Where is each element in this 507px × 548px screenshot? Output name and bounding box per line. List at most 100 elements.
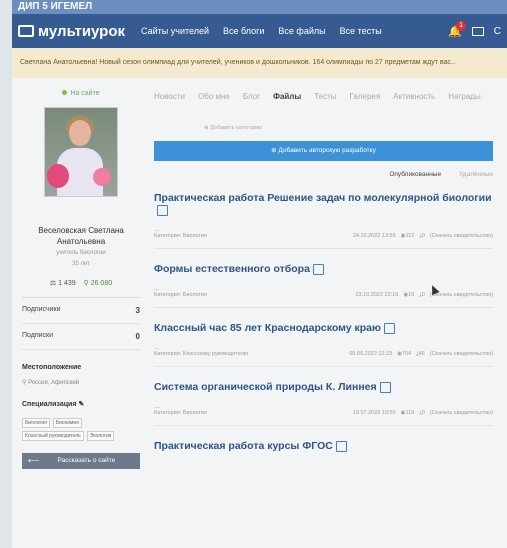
subscriptions-row[interactable]: Подписки 0	[22, 324, 140, 350]
file-filters: Опубликованные Удалённые	[154, 171, 493, 178]
download-certificate-link[interactable]: (Скачать свидетельство)	[430, 233, 493, 240]
tag-ecology[interactable]: Экология	[86, 431, 115, 441]
notifications-button[interactable]: 🔔 1	[448, 20, 466, 38]
subscribers-count: 3	[135, 306, 140, 315]
file-excerpt: ...	[154, 344, 160, 351]
specialization-tags: Биология Биохимия Классный руководитель …	[22, 418, 140, 441]
file-excerpt: ...	[154, 226, 160, 233]
avatar-face	[69, 120, 91, 146]
tab-about[interactable]: Обо мне	[198, 92, 230, 101]
avatar-flowers	[47, 164, 69, 188]
specialization-heading: Специализация ✎	[22, 401, 85, 408]
list-item[interactable]: Формы естественного отбора ... Категория…	[154, 263, 493, 308]
file-downloads: ⤓46	[416, 351, 425, 357]
filter-deleted[interactable]: Удалённые	[459, 171, 493, 178]
site-logo[interactable]: мультиурок	[18, 23, 125, 40]
download-certificate-link[interactable]: (Скачать свидетельство)	[430, 351, 493, 358]
file-downloads: ⤓0	[419, 233, 425, 239]
list-item[interactable]: Классный час 85 лет Краснодарскому краю …	[154, 322, 493, 367]
online-status: На сайте	[22, 90, 140, 97]
list-item[interactable]: Практическая работа курсы ФГОС	[154, 440, 493, 460]
nav-link-all-blogs[interactable]: Все блоги	[223, 26, 264, 36]
profile-role-extra: 35 лет	[72, 261, 90, 267]
tab-blog[interactable]: Блог	[243, 92, 260, 101]
nav-right-group: 🔔 1 C	[448, 20, 501, 38]
views-stat: ⚖ 1 439	[49, 280, 76, 287]
file-date: 19.07.2022 19:50	[352, 410, 396, 416]
profile-name: Веселовская Светлана Анатольевна	[22, 225, 140, 247]
add-category-link[interactable]: ⊕ Добавить категорию	[204, 125, 493, 131]
olympiad-notice[interactable]: Светлана Анатольевна! Новый сезон олимпи…	[12, 48, 507, 78]
list-item[interactable]: Система органической природы К. Линнея .…	[154, 381, 493, 426]
profile-sidebar: На сайте Веселовская Светлана Анатольевн…	[22, 90, 140, 469]
tag-class-teacher[interactable]: Классный руководитель	[22, 431, 84, 441]
logo-text: мультиурок	[38, 22, 126, 40]
top-navigation: мультиурок Сайты учителей Все блоги Все …	[12, 14, 507, 48]
file-downloads: ⤓0	[419, 292, 425, 298]
subscribers-label: Подписчики	[22, 306, 61, 313]
file-meta: Категория: Биология 19.07.2022 19:50 ◉11…	[154, 410, 493, 417]
tab-gallery[interactable]: Галерея	[350, 92, 381, 101]
browser-frame: ДИП 5 ИГЕМЕЛ мультиурок Сайты учителей В…	[12, 0, 507, 548]
file-excerpt: ...	[154, 403, 160, 410]
online-status-text: На сайте	[70, 90, 100, 97]
file-title[interactable]: Практическая работа курсы ФГОС	[154, 440, 493, 452]
file-views: ◉112	[400, 233, 415, 239]
edit-icon[interactable]	[384, 322, 395, 334]
list-item[interactable]: Практическая работа Решение задач по мол…	[154, 192, 493, 249]
file-date: 23.10.2022 22:16	[355, 292, 399, 298]
tag-biochemistry[interactable]: Биохимия	[52, 418, 82, 428]
file-stats: 05.09.2022 12:23 ◉704 ⤓46 (Скачать свиде…	[349, 351, 493, 358]
nav-link-all-tests[interactable]: Все тесты	[340, 26, 382, 36]
download-certificate-link[interactable]: (Скачать свидетельство)	[430, 410, 493, 417]
edit-icon[interactable]	[379, 381, 391, 393]
tab-tests[interactable]: Тесты	[314, 92, 336, 101]
tab-files[interactable]: Файлы	[273, 92, 301, 101]
page-content: На сайте Веселовская Светлана Анатольевн…	[12, 78, 507, 469]
file-downloads: ⤓0	[419, 410, 425, 416]
file-title[interactable]: Формы естественного отбора	[154, 263, 493, 275]
subscriptions-label: Подписки	[22, 332, 54, 339]
edit-icon[interactable]	[335, 440, 347, 452]
file-title[interactable]: Практическая работа Решение задач по мол…	[154, 192, 493, 216]
nav-link-teacher-sites[interactable]: Сайты учителей	[141, 26, 209, 36]
top-banner: ДИП 5 ИГЕМЕЛ	[12, 0, 507, 14]
download-certificate-link[interactable]: (Скачать свидетельство)	[430, 292, 493, 299]
tag-biology[interactable]: Биология	[22, 418, 50, 428]
nav-link-all-files[interactable]: Все файлы	[278, 26, 325, 36]
file-meta: Категория: Биология 24.10.2022 13:56 ◉11…	[154, 233, 493, 240]
share-label: Рассказать о сайте	[57, 457, 116, 464]
location-value: ⚲ Россия, Афипский	[22, 380, 80, 386]
edit-icon[interactable]	[312, 263, 324, 275]
file-stats: 23.10.2022 22:16 ◉16 ⤓0 (Скачать свидете…	[355, 292, 493, 299]
tab-activity[interactable]: Активность	[393, 92, 435, 101]
file-category: Категория: Биология	[154, 233, 207, 239]
avatar[interactable]	[44, 107, 118, 197]
file-category: Категория: Биология	[154, 410, 207, 416]
file-stats: 19.07.2022 19:50 ◉118 ⤓0 (Скачать свидет…	[353, 410, 493, 417]
profile-stats: ⚖ 1 439 ⚲ 26 080	[22, 279, 140, 287]
add-authored-work-button[interactable]: ⊕ Добавить авторскую разработку	[154, 141, 493, 161]
edit-icon[interactable]: ✎	[78, 401, 84, 408]
subscriptions-count: 0	[135, 332, 140, 341]
file-stats: 24.10.2022 13:56 ◉112 ⤓0 (Скачать свидет…	[353, 233, 493, 240]
location-icon: ⚲	[22, 380, 27, 386]
file-title[interactable]: Система органической природы К. Линнея	[154, 381, 493, 393]
file-meta: Категория: Классному руководителю 05.09.…	[154, 351, 493, 358]
profile-tabs: Новости Обо мне Блог Файлы Тесты Галерея…	[154, 92, 493, 101]
share-button[interactable]: ⟵ Рассказать о сайте	[22, 453, 140, 469]
file-meta: Категория: Биология 23.10.2022 22:16 ◉16…	[154, 292, 493, 299]
location-heading: Местоположение	[22, 364, 82, 371]
more-button[interactable]: C	[494, 26, 501, 37]
edit-icon[interactable]	[157, 204, 168, 216]
subscribers-row[interactable]: Подписчики 3	[22, 298, 140, 324]
filter-published[interactable]: Опубликованные	[389, 171, 441, 178]
file-excerpt: ...	[154, 285, 160, 292]
tab-news[interactable]: Новости	[154, 92, 185, 101]
tab-awards[interactable]: Награды	[448, 92, 480, 101]
mail-icon[interactable]	[471, 26, 484, 36]
file-views: ◉704	[397, 351, 412, 357]
file-title[interactable]: Классный час 85 лет Краснодарскому краю	[154, 322, 493, 334]
profile-name-line2: Анатольевна	[56, 237, 106, 246]
profile-name-line1: Веселовская Светлана	[38, 226, 124, 235]
